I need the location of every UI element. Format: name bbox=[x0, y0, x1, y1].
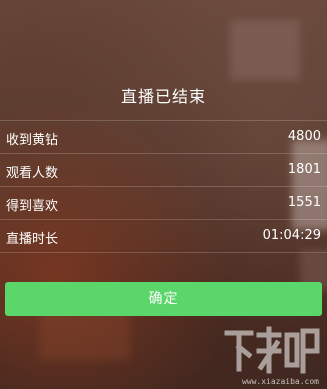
stat-value: 1551 bbox=[287, 195, 321, 210]
watermark-logo bbox=[221, 321, 321, 385]
stat-label: 直播时长 bbox=[6, 232, 59, 247]
watermark-logo-icon bbox=[224, 326, 320, 374]
watermark-url: www.xiazaiba.com bbox=[241, 377, 319, 386]
live-ended-screen: 直播已结束 收到黄钻 4800 观看人数 1801 得到喜欢 1551 直播时长… bbox=[0, 0, 327, 389]
blurred-background bbox=[230, 20, 300, 80]
confirm-button[interactable]: 确定 bbox=[5, 282, 322, 316]
stat-label: 观看人数 bbox=[6, 166, 59, 181]
stat-row-yellow-diamonds: 收到黄钻 4800 bbox=[0, 120, 327, 154]
stat-row-duration: 直播时长 01:04:29 bbox=[0, 220, 327, 253]
stat-label: 得到喜欢 bbox=[6, 199, 59, 214]
stat-value: 1801 bbox=[287, 162, 321, 177]
stat-row-likes: 得到喜欢 1551 bbox=[0, 187, 327, 220]
stat-value: 01:04:29 bbox=[262, 228, 321, 243]
stat-label: 收到黄钻 bbox=[6, 133, 59, 148]
dialog-title: 直播已结束 bbox=[120, 87, 206, 106]
stats-list: 收到黄钻 4800 观看人数 1801 得到喜欢 1551 直播时长 01:04… bbox=[0, 120, 327, 253]
stat-value: 4800 bbox=[287, 129, 321, 144]
stat-row-viewers: 观看人数 1801 bbox=[0, 154, 327, 187]
